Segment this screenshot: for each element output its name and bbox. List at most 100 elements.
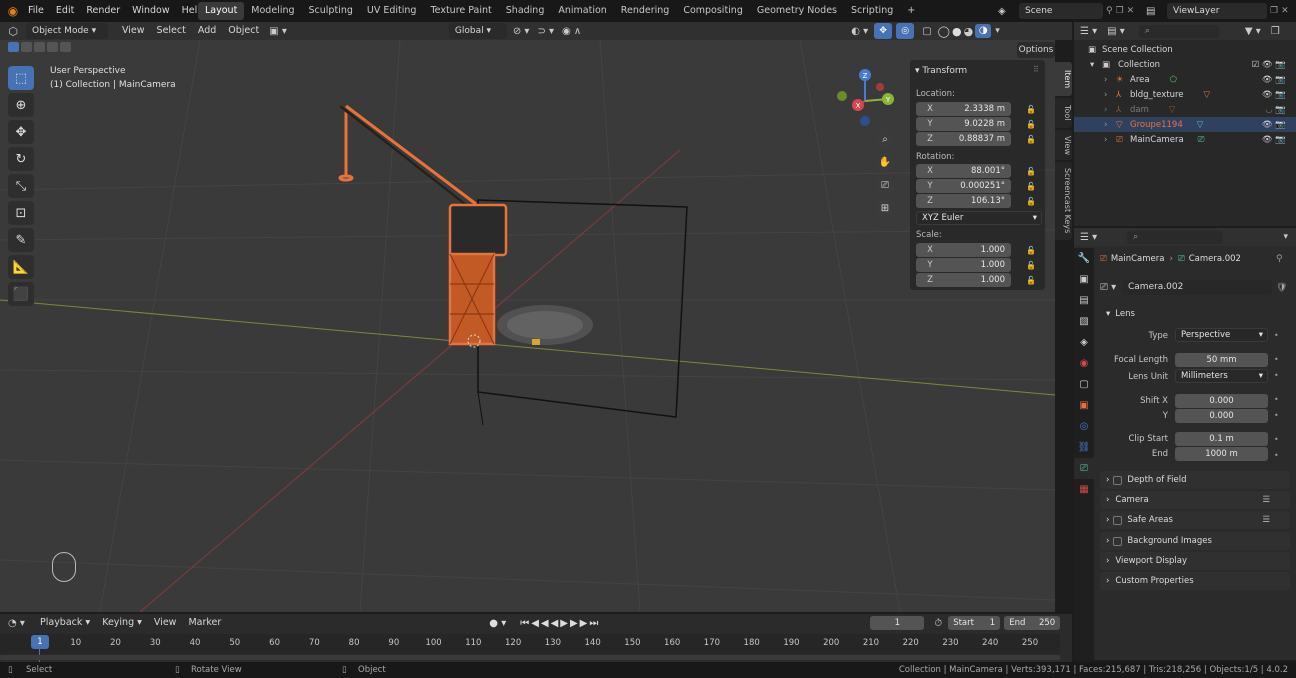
- overlay-toggle-icon[interactable]: ◎: [896, 23, 915, 39]
- new-scene-icon[interactable]: ❐: [1116, 6, 1124, 16]
- background-images-section[interactable]: › Background Images: [1100, 532, 1290, 550]
- viewlayer-field[interactable]: ViewLayer: [1167, 3, 1267, 19]
- shading-rendered-icon[interactable]: ◑: [975, 24, 992, 38]
- tab-texture-paint[interactable]: Texture Paint: [423, 2, 498, 20]
- lens-section-header[interactable]: ▾ Lens: [1100, 305, 1290, 323]
- blender-logo-icon[interactable]: ◉: [4, 4, 22, 18]
- visibility-icon[interactable]: 👁 📷: [1262, 135, 1286, 145]
- mode-dropdown[interactable]: Object Mode ▾: [26, 23, 108, 39]
- tab-layout[interactable]: Layout: [198, 2, 245, 20]
- pin-icon[interactable]: ⚲: [1106, 6, 1113, 16]
- 3d-viewport[interactable]: User Perspective (1) Collection | MainCa…: [0, 40, 1055, 612]
- checkbox-icon[interactable]: [1113, 515, 1123, 525]
- camera-data-icon[interactable]: ⎚ ▾: [1100, 282, 1122, 293]
- scale-x-field[interactable]: X 1.000: [916, 243, 1011, 257]
- cursor-tool-icon[interactable]: ⊕: [8, 93, 34, 117]
- measure-tool-icon[interactable]: 📐: [8, 255, 34, 279]
- timeline-scrollbar[interactable]: [0, 655, 1060, 660]
- close-icon[interactable]: ✕: [1281, 6, 1289, 16]
- drag-handle-icon[interactable]: ⠿: [1033, 65, 1039, 74]
- new-viewlayer-icon[interactable]: ❐: [1270, 6, 1278, 16]
- rotate-tool-icon[interactable]: ↻: [8, 147, 34, 171]
- shading-options-icon[interactable]: ▾: [995, 26, 1000, 36]
- shift-x-field[interactable]: 0.000: [1175, 394, 1268, 408]
- shift-y-field[interactable]: 0.000: [1175, 409, 1268, 423]
- physics-tab-icon[interactable]: ◎: [1074, 416, 1094, 437]
- shading-solid-icon[interactable]: ●: [952, 25, 962, 38]
- filter-icon[interactable]: ▼ ▾: [1245, 26, 1261, 37]
- record-icon[interactable]: ● ▾: [489, 618, 506, 629]
- scene-tab-icon[interactable]: ◈: [1074, 332, 1094, 353]
- end-frame-field[interactable]: End 250: [1004, 616, 1061, 630]
- pan-hand-icon[interactable]: ✋: [875, 152, 895, 172]
- lock-icon[interactable]: 🔓: [1026, 261, 1036, 270]
- orientation-dropdown[interactable]: Global ▾: [448, 23, 507, 39]
- chevron-down-icon[interactable]: ▾: [1283, 232, 1288, 242]
- select-intersect-icon[interactable]: [60, 42, 71, 52]
- lens-type-dropdown[interactable]: Perspective ▾: [1175, 328, 1268, 342]
- lock-icon[interactable]: 🔓: [1026, 167, 1036, 176]
- menu-edit[interactable]: Edit: [50, 0, 80, 22]
- select-new-icon[interactable]: [8, 42, 19, 52]
- visibility-icon[interactable]: 👁 📷: [1262, 90, 1286, 100]
- shading-wireframe-icon[interactable]: ◯: [938, 25, 950, 38]
- start-frame-field[interactable]: Start 1: [948, 616, 1001, 630]
- outliner-item-groupe1194[interactable]: › ▽ Groupe1194 ▽ 👁 📷: [1074, 117, 1296, 132]
- viewport-menu-select[interactable]: Select: [151, 20, 192, 42]
- timeline-editor-icon[interactable]: ◔ ▾: [8, 618, 34, 629]
- lock-icon[interactable]: 🔓: [1026, 105, 1036, 114]
- add-workspace-button[interactable]: +: [900, 2, 922, 20]
- scene-icon[interactable]: ◈: [998, 6, 1016, 17]
- camera-section[interactable]: › Camera ☰: [1100, 491, 1290, 509]
- focal-length-field[interactable]: 50 mm: [1175, 353, 1268, 367]
- tab-scripting[interactable]: Scripting: [844, 2, 900, 20]
- rotation-x-field[interactable]: X 88.001°: [916, 164, 1011, 178]
- sidetab-view[interactable]: View: [1055, 130, 1072, 160]
- camera-data-tab-icon[interactable]: ⎚: [1074, 458, 1094, 479]
- scene-field[interactable]: Scene: [1019, 3, 1103, 19]
- world-tab-icon[interactable]: ◉: [1074, 353, 1094, 374]
- tab-geometry-nodes[interactable]: Geometry Nodes: [750, 2, 844, 20]
- keyframe-dot-icons[interactable]: • • • • • • •: [1274, 332, 1279, 460]
- close-icon[interactable]: ✕: [1127, 6, 1135, 16]
- playhead[interactable]: 1: [31, 635, 49, 649]
- timeline-menu-view[interactable]: View: [148, 612, 183, 634]
- sidetab-tool[interactable]: Tool: [1055, 98, 1072, 128]
- viewport-display-section[interactable]: › Viewport Display: [1100, 552, 1290, 570]
- camera-view-icon[interactable]: ⎚: [875, 175, 895, 195]
- outliner-scene-collection[interactable]: ▣ Scene Collection: [1074, 42, 1296, 57]
- lock-icon[interactable]: 🔓: [1026, 197, 1036, 206]
- menu-file[interactable]: File: [22, 0, 50, 22]
- properties-editor-icon[interactable]: ☰ ▾: [1080, 232, 1097, 243]
- visibility-icon[interactable]: 👁 📷: [1262, 75, 1286, 85]
- lock-icon[interactable]: 🔓: [1026, 135, 1036, 144]
- tab-compositing[interactable]: Compositing: [676, 2, 750, 20]
- annotate-tool-icon[interactable]: ✎: [8, 228, 34, 252]
- tab-sculpting[interactable]: Sculpting: [302, 2, 360, 20]
- select-extend-icon[interactable]: [21, 42, 32, 52]
- viewport-menu-view[interactable]: View: [116, 20, 151, 42]
- lock-icon[interactable]: 🔓: [1026, 182, 1036, 191]
- tab-modeling[interactable]: Modeling: [244, 2, 301, 20]
- chevron-right-icon[interactable]: ›: [1104, 105, 1116, 115]
- editor-type-icon[interactable]: ⬡: [0, 25, 26, 38]
- options-button[interactable]: Options: [1017, 42, 1055, 58]
- collection-tab-icon[interactable]: ▢: [1074, 374, 1094, 395]
- grid-toggle-icon[interactable]: ⊞: [875, 198, 895, 218]
- rotation-mode-dropdown[interactable]: XYZ Euler ▾: [916, 211, 1042, 225]
- timeline-menu-playback[interactable]: Playback ▾: [34, 612, 96, 634]
- view-layer-tab-icon[interactable]: ▧: [1074, 311, 1094, 332]
- viewlayer-icon[interactable]: ▤: [1146, 6, 1164, 17]
- texture-tab-icon[interactable]: ▦: [1074, 479, 1094, 500]
- chevron-right-icon[interactable]: ›: [1104, 75, 1116, 85]
- scale-y-field[interactable]: Y 1.000: [916, 258, 1011, 272]
- sidetab-item[interactable]: Item: [1055, 62, 1072, 96]
- playback-controls-icon[interactable]: ⏮◀◀◀▶▶▶⏭: [520, 618, 600, 629]
- render-tab-icon[interactable]: ▣: [1074, 269, 1094, 290]
- lock-icon[interactable]: 🔓: [1026, 276, 1036, 285]
- scale-z-field[interactable]: Z 1.000: [916, 273, 1011, 287]
- visibility-hidden-icon[interactable]: ◡ 📷: [1265, 105, 1286, 115]
- location-y-field[interactable]: Y 9.0228 m: [916, 117, 1011, 131]
- viewport-menu-object[interactable]: Object: [222, 20, 265, 42]
- tool-tab-icon[interactable]: 🔧: [1074, 248, 1094, 269]
